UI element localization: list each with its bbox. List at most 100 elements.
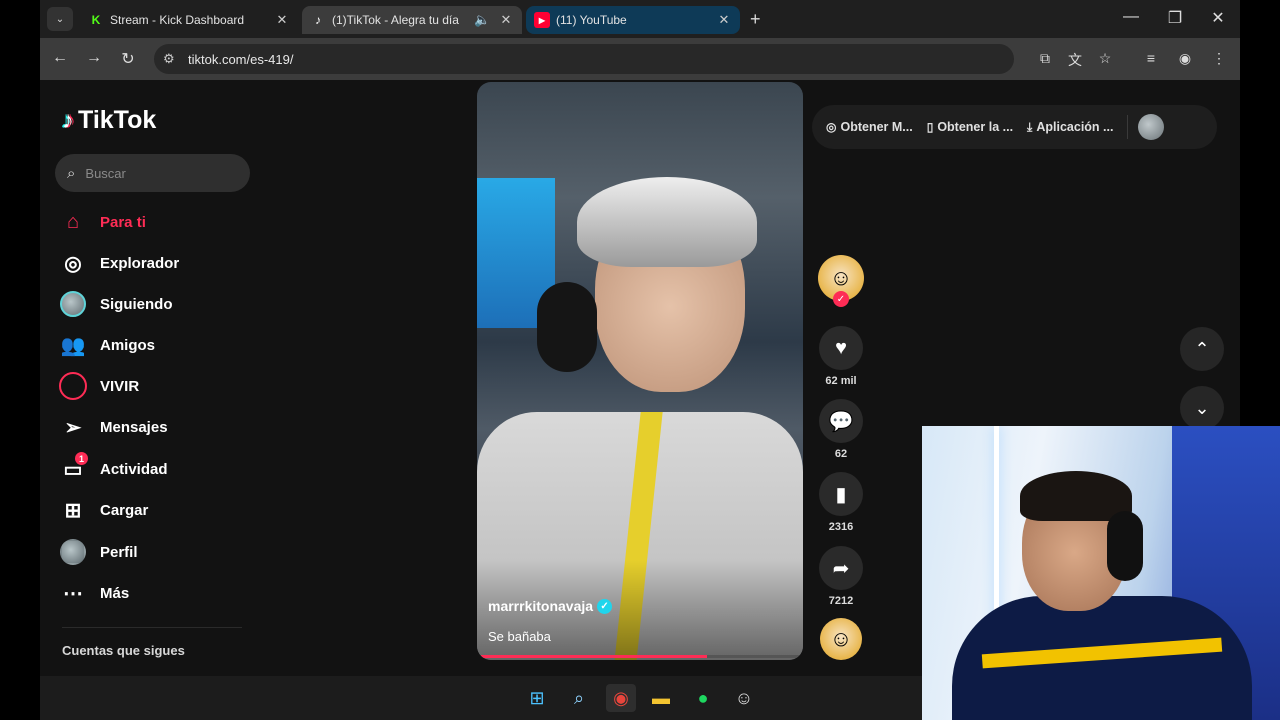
activity-icon: ▭ 1	[58, 452, 88, 484]
media-controls-icon[interactable]: ≡	[1141, 50, 1161, 66]
tiktok-favicon-icon: ♪	[315, 13, 321, 27]
install-app-icon[interactable]: ⧉	[1035, 50, 1055, 67]
user-avatar[interactable]	[1138, 114, 1165, 140]
sound-disc-image: ☺	[820, 618, 862, 660]
tab-tiktok[interactable]: ♪ (1)TikTok - Alegra tu día 🔈 ✕	[302, 6, 522, 34]
next-video-button[interactable]: ⌄	[1180, 386, 1224, 430]
video-progress-fill	[481, 655, 707, 658]
restore-icon[interactable]: ❐	[1160, 8, 1190, 28]
close-window-icon[interactable]: ✕	[1203, 8, 1233, 28]
nav-mas[interactable]: ⋯ Más	[58, 576, 248, 610]
menu-icon[interactable]: ⋮	[1209, 50, 1229, 67]
nav-label: Más	[100, 584, 130, 602]
logo-text: TikTok	[78, 106, 157, 134]
spotify-icon[interactable]: ●	[688, 684, 718, 712]
sound-disc[interactable]: ☺	[818, 618, 864, 660]
nav-label: Explorador	[100, 254, 180, 272]
nav-label: Actividad	[100, 460, 168, 478]
share-icon: ➦	[819, 546, 863, 590]
nav-mensajes[interactable]: ➢ Mensajes	[58, 410, 248, 444]
activity-badge: 1	[75, 452, 88, 465]
nav-cargar[interactable]: ⊞ Cargar	[58, 493, 248, 527]
comment-icon: 💬	[819, 399, 863, 443]
nav-label: Siguiendo	[100, 295, 173, 313]
video-progress-bar[interactable]	[481, 655, 799, 658]
nav-label: Amigos	[100, 336, 156, 354]
nav-perfil[interactable]: Perfil	[58, 535, 248, 569]
tiktok-logo[interactable]: ♪ TikTok	[62, 106, 156, 135]
search-box[interactable]: ⌕	[55, 154, 250, 192]
following-heading: Cuentas que sigues	[62, 643, 185, 658]
url-text: tiktok.com/es-419/	[188, 51, 294, 67]
windows-start-icon[interactable]: ⊞	[522, 684, 552, 712]
chevron-up-icon: ⌃	[1194, 338, 1210, 359]
following-avatar	[58, 289, 88, 319]
friends-icon: 👥	[60, 334, 86, 357]
reload-icon[interactable]: ↻	[116, 49, 140, 69]
tab-kick[interactable]: K Stream - Kick Dashboard ✕	[80, 6, 298, 34]
forward-icon[interactable]: →	[82, 49, 106, 67]
search-input[interactable]	[85, 165, 226, 181]
file-explorer-icon[interactable]: ▬	[646, 684, 676, 712]
share-button[interactable]: ➦ 7212	[818, 546, 864, 607]
bookmark-star-icon[interactable]: ☆	[1095, 50, 1115, 67]
nav-explorador[interactable]: ◎ Explorador	[58, 246, 248, 280]
nav-siguiendo[interactable]: Siguiendo	[58, 287, 248, 321]
get-app-button[interactable]: ▯ Obtener la ...	[927, 120, 1013, 134]
app-icon[interactable]: ☺	[729, 684, 759, 712]
minimize-icon[interactable]: —	[1116, 8, 1146, 26]
chrome-icon[interactable]: ◉	[606, 684, 636, 712]
search-icon: ⌕	[67, 164, 76, 182]
nav-label: Para ti	[100, 213, 146, 231]
translate-icon[interactable]: 文	[1065, 50, 1085, 70]
nav-amigos[interactable]: 👥 Amigos	[58, 328, 248, 362]
webcam-overlay	[922, 426, 1280, 720]
video-person-hair	[577, 177, 757, 267]
get-coins-button[interactable]: ◎ Obtener M...	[826, 120, 913, 134]
nav-label: VIVIR	[100, 377, 140, 395]
windows-taskbar: ⊞ ⌕ ◉ ▬ ● ☺	[40, 676, 922, 720]
comment-button[interactable]: 💬 62	[818, 399, 864, 460]
speaker-icon[interactable]: 🔈	[474, 12, 490, 28]
close-tab-icon[interactable]: ✕	[716, 12, 732, 28]
previous-video-button[interactable]: ⌃	[1180, 327, 1224, 371]
get-coins-label: Obtener M...	[840, 120, 913, 134]
nav-label: Cargar	[100, 501, 149, 519]
follow-check-icon[interactable]: ✓	[833, 291, 849, 307]
close-tab-icon[interactable]: ✕	[498, 12, 514, 28]
share-count: 7212	[828, 595, 854, 607]
get-app-label: Obtener la ...	[937, 120, 1014, 134]
tab-label: (1)TikTok - Alegra tu día	[332, 13, 459, 27]
bookmark-icon: ▮	[819, 472, 863, 516]
profile-icon[interactable]: ◉	[1175, 50, 1195, 67]
nav-label: Mensajes	[100, 418, 168, 436]
webcam-headset	[1107, 511, 1143, 581]
desktop-app-button[interactable]: ⤓ Aplicación ...	[1027, 120, 1113, 135]
screen: ⌄ K Stream - Kick Dashboard ✕ ♪ (1)TikTo…	[0, 0, 1280, 720]
close-tab-icon[interactable]: ✕	[274, 12, 290, 28]
like-button[interactable]: ♥ 62 mil	[818, 326, 864, 387]
url-field[interactable]: ⚙ tiktok.com/es-419/	[154, 44, 1014, 74]
nav-actividad[interactable]: ▭ 1 Actividad	[58, 452, 248, 486]
coin-icon: ◎	[826, 120, 837, 134]
nav-para-ti[interactable]: ⌂ Para ti	[58, 205, 248, 239]
tab-search-button[interactable]: ⌄	[47, 7, 73, 31]
save-button[interactable]: ▮ 2316	[818, 472, 864, 533]
phone-icon: ▯	[926, 120, 934, 134]
tiktok-note-icon: ♪	[62, 106, 74, 134]
address-bar-row: ← → ↻ ⚙ tiktok.com/es-419/ ⧉ 文 ☆ ≡ ◉ ⋮	[40, 38, 1240, 80]
creator-avatar[interactable]: ☺ ✓	[818, 255, 864, 307]
new-tab-button[interactable]: +	[750, 9, 761, 30]
video-player[interactable]: marrrkitonavaja ✓ Se bañaba	[477, 82, 803, 660]
nav-vivir[interactable]: VIVIR	[58, 369, 248, 403]
video-username[interactable]: marrrkitonavaja ✓	[488, 598, 613, 614]
tab-youtube[interactable]: ▶ (11) YouTube ✕	[526, 6, 740, 34]
back-icon[interactable]: ←	[48, 49, 72, 67]
tab-bar: ⌄ K Stream - Kick Dashboard ✕ ♪ (1)TikTo…	[40, 0, 1240, 38]
heart-icon: ♥	[819, 326, 863, 370]
search-taskbar-icon[interactable]: ⌕	[564, 684, 594, 712]
username-text: marrrkitonavaja	[488, 598, 594, 614]
site-settings-icon[interactable]: ⚙	[163, 51, 175, 67]
youtube-favicon-icon: ▶	[534, 12, 550, 28]
kick-favicon-icon: K	[91, 13, 101, 27]
